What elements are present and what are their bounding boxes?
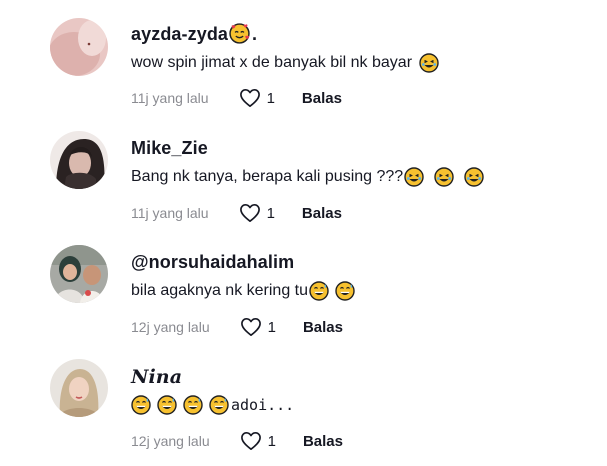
comment-text: Bang nk tanya, berapa kali pusing ??? (131, 167, 488, 187)
reply-button[interactable]: Balas (302, 205, 342, 222)
comment-time: 12j yang lalu (131, 319, 210, 335)
like-count: 1 (266, 204, 275, 222)
username[interactable]: Mike_Zie (131, 138, 208, 159)
comment-meta: 11j yang lalu 1 Balas (131, 88, 342, 108)
rofl-icon (434, 167, 454, 187)
grinning-sweat-icon (309, 281, 329, 301)
username-suffix: . (252, 24, 258, 44)
rofl-icon (464, 167, 484, 187)
heart-icon[interactable] (239, 203, 261, 223)
comment-time: 12j yang lalu (131, 433, 210, 449)
grinning-sweat-icon (335, 281, 355, 301)
comment-body: Bang nk tanya, berapa kali pusing ??? (131, 168, 404, 185)
grinning-sweat-icon (157, 395, 177, 415)
grinning-sweat-icon (209, 395, 229, 415)
like-count: 1 (266, 89, 275, 107)
username[interactable]: Nina (131, 366, 182, 388)
username-text: ayzda-zyda (131, 24, 229, 44)
reply-button[interactable]: Balas (303, 433, 343, 450)
smiling-hearts-icon (229, 23, 250, 44)
username[interactable]: @norsuhaidahalim (131, 252, 294, 273)
like-count: 1 (267, 432, 276, 450)
like-count: 1 (267, 318, 276, 336)
comment-text: bila agaknya nk kering tu (131, 281, 359, 301)
username[interactable]: ayzda-zyda. (131, 24, 257, 46)
comment-meta: 11j yang lalu 1 Balas (131, 203, 342, 223)
comment-time: 11j yang lalu (131, 205, 209, 221)
comment-time: 11j yang lalu (131, 90, 209, 106)
comment-text: wow spin jimat x de banyak bil nk bayar (131, 53, 443, 73)
reply-button[interactable]: Balas (302, 90, 342, 107)
comment-body: wow spin jimat x de banyak bil nk bayar (131, 54, 413, 71)
comment-meta: 12j yang lalu 1 Balas (131, 431, 343, 451)
heart-icon[interactable] (239, 88, 261, 108)
avatar[interactable] (50, 18, 108, 76)
comment-meta: 12j yang lalu 1 Balas (131, 317, 343, 337)
avatar[interactable] (50, 359, 108, 417)
comment-body: bila agaknya nk kering tu (131, 282, 308, 299)
reply-button[interactable]: Balas (303, 319, 343, 336)
comment-text: adoi... (131, 395, 294, 415)
comment-body: adoi... (231, 396, 295, 414)
rofl-icon (404, 167, 424, 187)
rofl-icon (419, 53, 439, 73)
grinning-sweat-icon (183, 395, 203, 415)
avatar[interactable] (50, 131, 108, 189)
heart-icon[interactable] (240, 431, 262, 451)
heart-icon[interactable] (240, 317, 262, 337)
avatar[interactable] (50, 245, 108, 303)
grinning-sweat-icon (131, 395, 151, 415)
